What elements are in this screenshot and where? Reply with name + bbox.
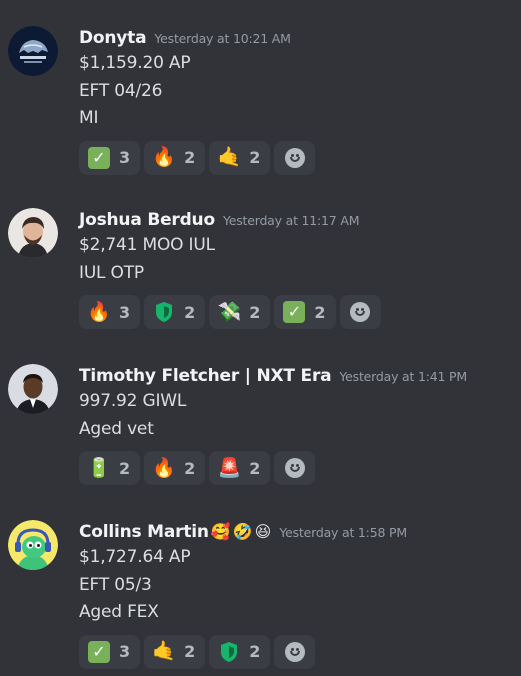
reaction-check-mark[interactable]: ✓ 3 bbox=[79, 140, 141, 175]
reactions-bar: ✓ 3 🤙 2 2 bbox=[79, 634, 517, 669]
call-me-hand-icon: 🤙 bbox=[217, 146, 242, 168]
reaction-fire[interactable]: 🔥 3 bbox=[79, 295, 141, 329]
message-text: MI bbox=[79, 108, 99, 128]
siren-light-icon: 🚨 bbox=[217, 456, 242, 479]
timestamp: Yesterday at 1:58 PM bbox=[279, 525, 407, 540]
check-mark-icon: ✓ bbox=[88, 146, 110, 169]
smiley-icon bbox=[284, 458, 305, 478]
avatar[interactable] bbox=[8, 26, 58, 76]
timestamp: Yesterday at 10:21 AM bbox=[154, 31, 291, 46]
smiling-hearts-icon: 🥰 bbox=[210, 522, 231, 541]
message-text: IUL OTP bbox=[79, 262, 144, 283]
message-text: EFT 04/26 bbox=[79, 80, 163, 101]
fire-icon: 🔥 bbox=[87, 300, 111, 323]
message-text: $1,159.20 AP bbox=[79, 53, 191, 73]
check-mark-icon: ✓ bbox=[283, 301, 306, 323]
message-text: $2,741 MOO IUL bbox=[79, 235, 215, 255]
reaction-call-me-hand[interactable]: 🤙 2 bbox=[209, 140, 271, 175]
call-me-hand-icon: 🤙 bbox=[152, 640, 176, 662]
add-reaction-button[interactable] bbox=[339, 295, 381, 329]
reactions-bar: 🔥 3 2 💸 2 ✓ 2 bbox=[79, 295, 517, 329]
laughing-icon: 😆 bbox=[254, 522, 272, 541]
reaction-check-mark[interactable]: ✓ 2 bbox=[274, 295, 336, 329]
smiley-icon bbox=[284, 147, 305, 168]
reaction-green-shield[interactable]: 2 bbox=[144, 295, 206, 329]
reaction-siren-light[interactable]: 🚨 2 bbox=[209, 451, 271, 485]
reaction-fire[interactable]: 🔥 2 bbox=[144, 140, 206, 175]
smiley-icon bbox=[284, 641, 305, 662]
avatar[interactable] bbox=[8, 520, 58, 570]
rofl-icon: 🤣 bbox=[232, 522, 253, 541]
reaction-fire-spark[interactable]: 🔥 2 bbox=[144, 451, 206, 485]
reactions-bar: ✓ 3 🔥 2 🤙 2 bbox=[79, 140, 517, 175]
message-text: 997.92 GIWL bbox=[79, 391, 187, 411]
message-text: Aged vet bbox=[79, 418, 154, 439]
add-reaction-button[interactable] bbox=[274, 451, 316, 485]
fire-spark-icon: 🔥 bbox=[152, 456, 176, 479]
reaction-battery[interactable]: 🔋 2 bbox=[79, 451, 141, 485]
reaction-money-with-wings[interactable]: 💸 2 bbox=[209, 295, 271, 329]
smiley-icon bbox=[350, 302, 371, 322]
username[interactable]: Collins Martin bbox=[79, 522, 209, 542]
timestamp: Yesterday at 11:17 AM bbox=[222, 213, 360, 228]
reaction-green-shield[interactable]: 2 bbox=[209, 634, 271, 669]
username[interactable]: Donyta bbox=[79, 28, 147, 48]
message-text: EFT 05/3 bbox=[79, 574, 152, 595]
timestamp: Yesterday at 1:41 PM bbox=[339, 369, 467, 384]
reactions-bar: 🔋 2 🔥 2 🚨 2 bbox=[79, 451, 517, 485]
username[interactable]: Timothy Fletcher | NXT Era bbox=[79, 366, 332, 386]
message-text: $1,727.64 AP bbox=[79, 547, 191, 567]
avatar[interactable] bbox=[8, 364, 58, 414]
reaction-check-mark[interactable]: ✓ 3 bbox=[79, 634, 141, 669]
green-shield-icon bbox=[156, 302, 173, 322]
username[interactable]: Joshua Berduo bbox=[79, 210, 215, 230]
green-shield-icon bbox=[221, 641, 238, 662]
money-with-wings-icon: 💸 bbox=[217, 300, 242, 323]
check-mark-icon: ✓ bbox=[88, 640, 110, 663]
battery-icon: 🔋 bbox=[87, 456, 111, 479]
add-reaction-button[interactable] bbox=[274, 140, 316, 175]
avatar[interactable] bbox=[8, 208, 58, 258]
message-text: Aged FEX bbox=[79, 602, 159, 622]
fire-icon: 🔥 bbox=[152, 146, 176, 168]
add-reaction-button[interactable] bbox=[274, 634, 316, 669]
reaction-call-me-hand[interactable]: 🤙 2 bbox=[144, 634, 206, 669]
